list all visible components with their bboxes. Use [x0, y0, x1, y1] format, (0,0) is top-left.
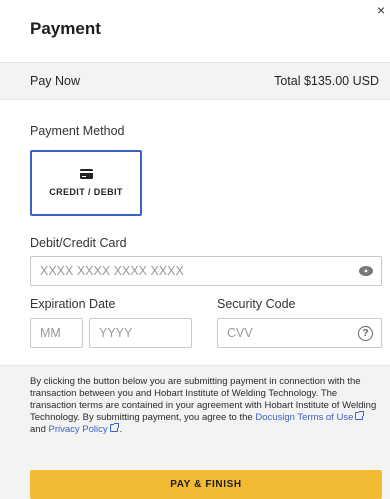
expiration-date-label: Expiration Date [30, 297, 116, 311]
expiration-year-field [89, 318, 192, 348]
card-number-input[interactable] [40, 264, 372, 278]
card-number-label: Debit/Credit Card [30, 236, 127, 250]
expiration-month-input[interactable] [40, 326, 73, 340]
expiration-month-field [30, 318, 83, 348]
docusign-terms-link[interactable]: Docusign Terms of Use [255, 412, 353, 423]
expiration-year-input[interactable] [99, 326, 182, 340]
credit-debit-option[interactable]: CREDIT / DEBIT [30, 150, 142, 216]
security-code-field: ? [217, 318, 382, 348]
payment-method-label: Payment Method [30, 124, 125, 138]
disclaimer-text: By clicking the button below you are sub… [30, 376, 377, 435]
close-icon[interactable]: × [377, 3, 385, 17]
eye-icon[interactable] [359, 266, 373, 276]
payment-summary-bar: Pay Now Total $135.00 USD [0, 62, 390, 100]
security-code-label: Security Code [217, 297, 296, 311]
privacy-policy-link[interactable]: Privacy Policy [49, 424, 108, 435]
page-title: Payment [30, 19, 101, 38]
card-number-field [30, 256, 382, 286]
credit-card-icon [79, 169, 93, 179]
pay-and-finish-button[interactable]: PAY & FINISH [30, 470, 382, 499]
external-link-icon [109, 423, 119, 432]
total-amount: Total $135.00 USD [274, 74, 379, 88]
external-link-icon [355, 411, 365, 420]
security-code-input[interactable] [227, 326, 372, 340]
credit-debit-label: CREDIT / DEBIT [49, 187, 123, 197]
help-icon[interactable]: ? [358, 326, 373, 341]
pay-now-label: Pay Now [30, 74, 81, 88]
